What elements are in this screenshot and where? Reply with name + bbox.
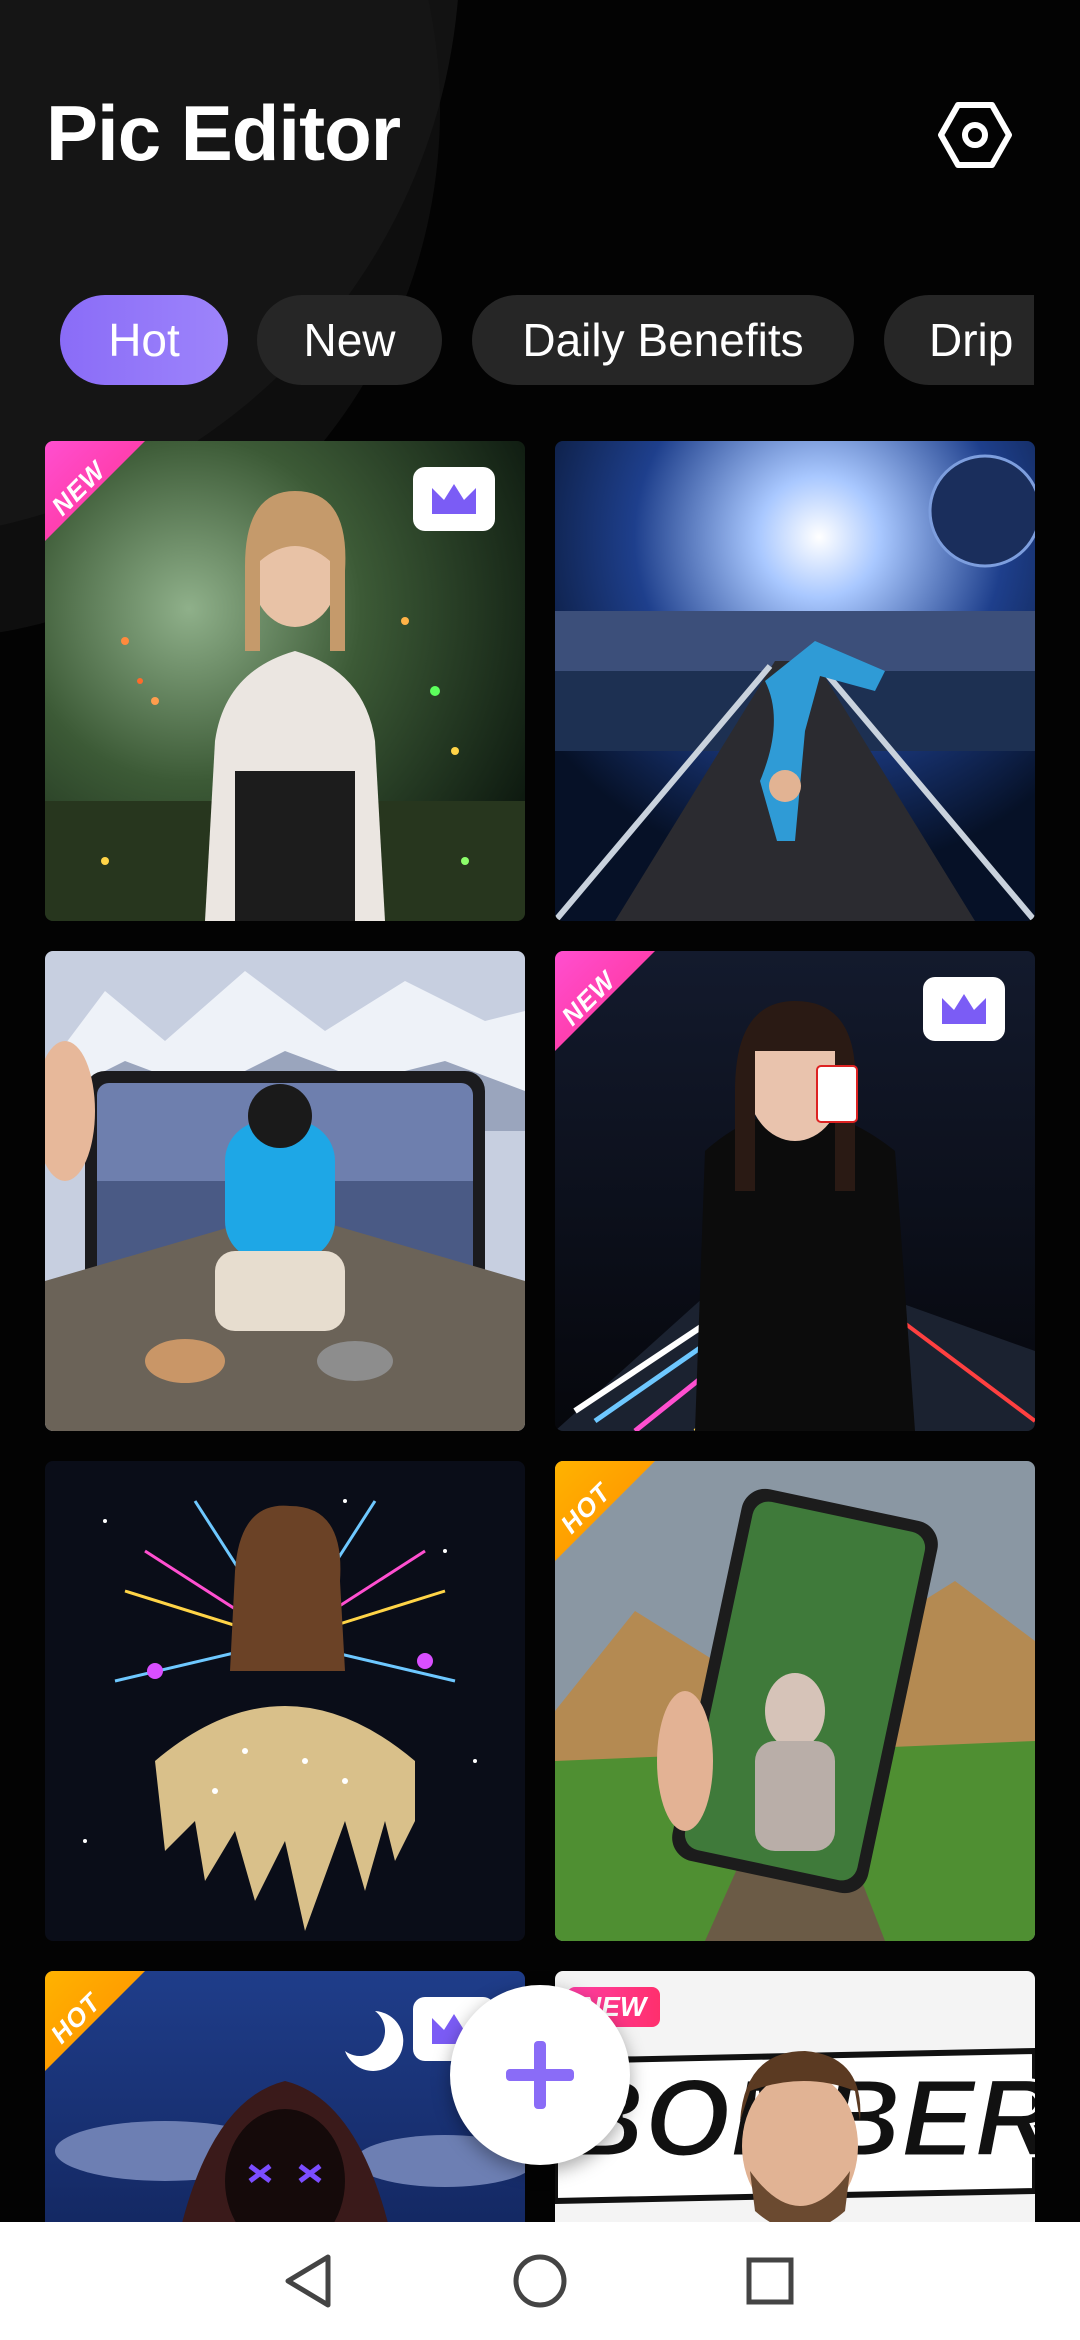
nav-recents-button[interactable] (730, 2246, 810, 2316)
back-triangle-icon (285, 2254, 331, 2308)
template-card-neon-card-girl[interactable]: NEW (555, 951, 1035, 1431)
system-navigation-bar (0, 2222, 1080, 2340)
template-card-phone-mountain[interactable]: HOT (555, 1461, 1035, 1941)
template-card-bridge-dancer[interactable] (555, 441, 1035, 921)
premium-crown-badge (413, 467, 495, 531)
plus-icon (506, 2041, 574, 2109)
glitter-drip-artwork (45, 1461, 525, 1941)
template-card-phone-pier[interactable] (45, 951, 525, 1431)
nav-home-button[interactable] (500, 2246, 580, 2316)
phone-pier-artwork (45, 951, 525, 1431)
bridge-dancer-artwork (555, 441, 1035, 921)
app-screen: Pic Editor Hot New Daily Benefits Drip N… (0, 0, 1080, 2222)
crown-icon (942, 994, 986, 1024)
add-plus-button[interactable] (450, 1985, 630, 2165)
recents-square-icon (746, 2257, 794, 2305)
template-grid: NEW NEW HOT HOT NEW (0, 0, 1080, 2222)
template-card-forest-girl[interactable]: NEW (45, 441, 525, 921)
phone-mountain-artwork (555, 1461, 1035, 1941)
crown-icon (432, 484, 476, 514)
home-circle-icon (513, 2254, 567, 2308)
template-card-glitter-drip[interactable] (45, 1461, 525, 1941)
premium-crown-badge (923, 977, 1005, 1041)
nav-back-button[interactable] (268, 2246, 348, 2316)
